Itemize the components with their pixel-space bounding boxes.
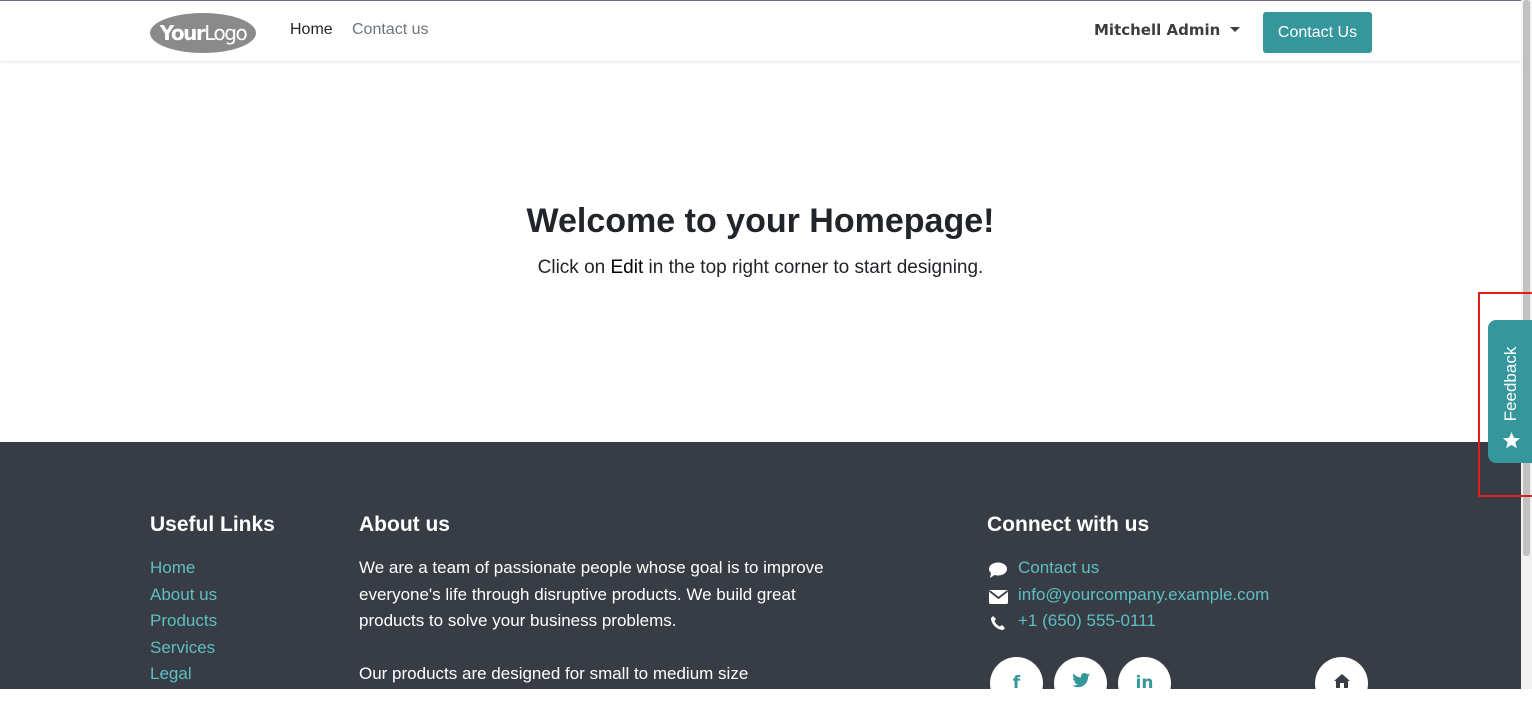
comment-icon	[987, 560, 1009, 580]
envelope-icon	[987, 587, 1009, 607]
twitter-icon	[1071, 673, 1090, 688]
hero-sub-prefix: Click on	[537, 257, 611, 278]
hero-title-suffix: !	[983, 202, 995, 240]
footer-link-products[interactable]: Products	[150, 611, 217, 631]
nav-item-contact-us[interactable]: Contact us	[352, 21, 428, 39]
user-menu[interactable]: Mitchell Admin	[1094, 21, 1241, 39]
footer-link-services[interactable]: Services	[150, 638, 215, 658]
about-line: We are a team of passionate people whose…	[359, 558, 824, 577]
about-text-2: Our products are designed for small to m…	[359, 664, 749, 683]
hero-subtitle: Click on Edit in the top right corner to…	[0, 257, 1521, 279]
about-line: products to solve your business problems…	[359, 611, 677, 630]
hero-sub-edit: Edit	[610, 257, 644, 278]
footer-link-about-us[interactable]: About us	[150, 585, 217, 605]
footer-link-legal[interactable]: Legal	[150, 664, 192, 684]
home-button[interactable]	[1315, 657, 1368, 710]
facebook-icon: f	[1012, 673, 1021, 693]
hero-sub-suffix: in the top right corner to start designi…	[643, 257, 984, 278]
feedback-label: Feedback	[1501, 346, 1520, 422]
star-icon	[1502, 431, 1521, 449]
about-heading: About us	[359, 513, 450, 536]
logo-text-bold: Your	[159, 21, 206, 45]
connect-heading: Connect with us	[987, 513, 1150, 536]
footer-link-home[interactable]: Home	[150, 558, 195, 578]
linkedin-button[interactable]: in	[1118, 657, 1171, 710]
home-icon	[1333, 674, 1350, 688]
site-logo[interactable]: Your Logo	[150, 13, 256, 53]
site-header: Your Logo Home Contact us Mitchell Admin …	[0, 1, 1521, 62]
nav-item-home[interactable]: Home	[290, 21, 333, 39]
twitter-button[interactable]	[1054, 657, 1107, 710]
hero-title-bold: Homepage	[809, 202, 984, 240]
about-text: We are a team of passionate people whose…	[359, 555, 859, 635]
site-footer: Useful Links Home About us Products Serv…	[0, 442, 1521, 710]
phone-icon	[987, 613, 1009, 633]
connect-phone-link[interactable]: +1 (650) 555-0111	[1018, 611, 1156, 631]
hero-title-prefix: Welcome to your	[526, 202, 810, 240]
logo-text-light: Logo	[204, 21, 247, 45]
about-line: everyone's life through disruptive produ…	[359, 584, 796, 604]
linkedin-icon: in	[1135, 673, 1154, 693]
user-name: Mitchell Admin	[1094, 21, 1221, 39]
useful-links-heading: Useful Links	[150, 513, 275, 536]
facebook-button[interactable]: f	[990, 657, 1043, 710]
caret-down-icon	[1230, 26, 1241, 32]
connect-email-link[interactable]: info@yourcompany.example.com	[1018, 585, 1269, 605]
hero-title: Welcome to your Homepage!	[0, 202, 1521, 241]
contact-us-button[interactable]: Contact Us	[1263, 12, 1372, 53]
connect-contact-link[interactable]: Contact us	[1018, 558, 1099, 578]
